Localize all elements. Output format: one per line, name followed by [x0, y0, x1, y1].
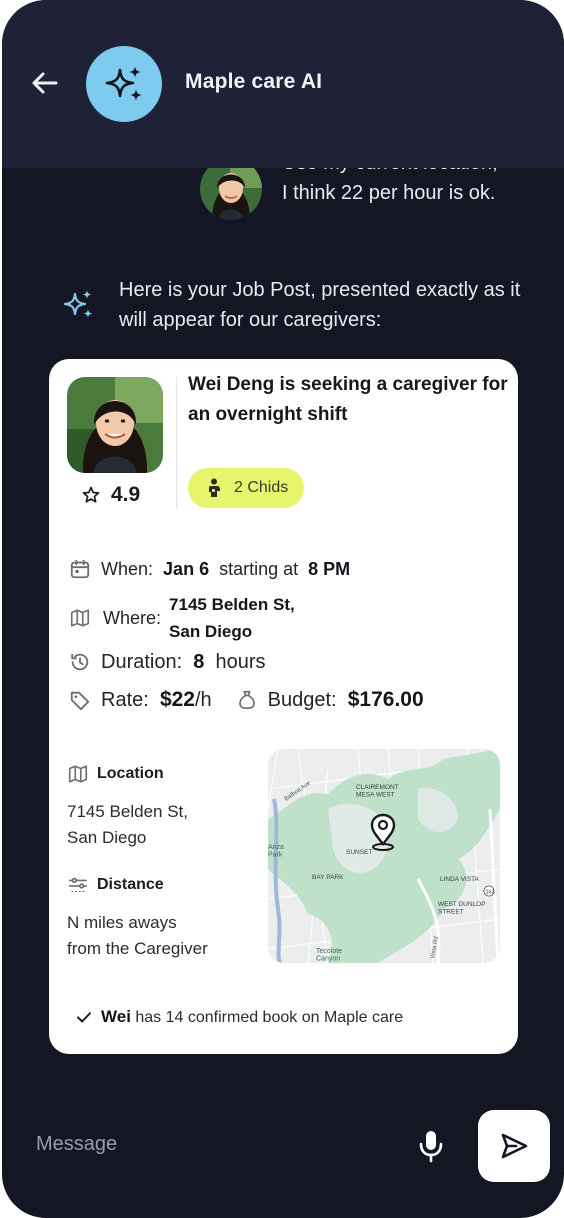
distance-value: N miles aways from the Caregiver	[67, 913, 208, 958]
map-label-sunset: SUNSET	[346, 849, 372, 856]
booking-note-name: Wei	[101, 1007, 131, 1026]
send-button[interactable]	[478, 1110, 550, 1182]
map-label-anza: Anza Park	[268, 844, 284, 859]
distance-icon	[68, 877, 88, 892]
map-icon	[68, 765, 88, 783]
ai-avatar	[86, 46, 162, 122]
rate-label: Rate:	[101, 688, 149, 711]
child-icon	[209, 478, 220, 497]
duration-unit: hours	[215, 650, 266, 673]
duration-value: 8	[193, 650, 205, 673]
map-label-clairemont: CLAIREMONT MESA WEST	[356, 784, 399, 799]
kids-chip: 2 Chids	[188, 468, 305, 508]
poster-photo	[67, 377, 163, 473]
where-value: 7145 Belden St, San Diego	[169, 595, 295, 641]
location-pin-icon	[370, 813, 396, 851]
distance-heading: Distance	[67, 874, 164, 896]
duration-row: Duration: 8 hours	[67, 649, 266, 675]
rate-row: Rate: $22 /h Budget: $176.00	[67, 687, 424, 713]
where-label: Where:	[103, 607, 162, 628]
map-label-hwy: 163	[486, 890, 495, 896]
location-label: Location	[97, 765, 164, 782]
page-title: Maple care AI	[185, 70, 323, 93]
ai-message-text: Here is your Job Post, presented exactly…	[119, 279, 521, 331]
where-row: Where: 7145 Belden St, San Diego	[67, 591, 295, 645]
sparkles-icon	[105, 66, 142, 101]
microphone-button[interactable]	[416, 1129, 446, 1163]
map-label-bay-park: BAY PARK	[312, 874, 344, 881]
money-bag-icon	[234, 687, 260, 713]
budget-label: Budget:	[267, 688, 337, 711]
rating-value: 4.9	[111, 483, 141, 506]
star-icon	[82, 486, 100, 503]
rating: 4.9	[81, 483, 140, 507]
when-label: When:	[101, 558, 154, 579]
booking-note: Wei has 14 confirmed book on Maple care	[75, 1007, 403, 1027]
kids-chip-label: 2 Chids	[234, 479, 289, 496]
job-post-card: 4.9 Wei Deng is seeking a caregiver for …	[49, 359, 518, 1054]
phone-screen: Maple care AI Use my current location, I…	[2, 0, 564, 1218]
when-row: When: Jan 6 starting at 8 PM	[67, 556, 350, 582]
job-title: Wei Deng is seeking a caregiver for an o…	[188, 374, 508, 425]
arrow-left-icon	[32, 72, 58, 94]
divider	[176, 377, 177, 509]
map-label-linda-vista: LINDA VISTA	[440, 876, 480, 883]
budget-value: $176.00	[347, 688, 424, 711]
chat-header: Maple care AI	[2, 0, 564, 168]
tag-icon	[67, 687, 93, 713]
location-heading: Location	[67, 763, 164, 785]
calendar-icon	[67, 556, 93, 582]
location-map[interactable]: CLAIREMONT MESA WEST SUNSET BAY PARK LIND…	[268, 749, 500, 963]
rate-unit: /h	[194, 688, 212, 711]
distance-label: Distance	[97, 876, 164, 893]
history-icon	[67, 649, 93, 675]
when-time: 8 PM	[308, 558, 351, 579]
send-icon	[501, 1133, 528, 1159]
when-mid: starting at	[219, 558, 299, 579]
location-value: 7145 Belden St, San Diego	[67, 802, 188, 847]
booking-note-text: has 14 confirmed book on Maple care	[135, 1009, 404, 1026]
check-icon	[77, 1012, 91, 1023]
ai-sparkle-icon	[62, 288, 96, 322]
message-input[interactable]: Message	[36, 1133, 117, 1156]
back-button[interactable]	[28, 66, 62, 100]
duration-label: Duration:	[101, 650, 183, 673]
rate-value: $22	[159, 688, 195, 711]
when-date: Jan 6	[163, 558, 210, 579]
map-label-tecolote: Tecolote Canyon	[316, 948, 342, 963]
map-icon	[67, 605, 93, 631]
microphone-icon	[419, 1131, 443, 1163]
